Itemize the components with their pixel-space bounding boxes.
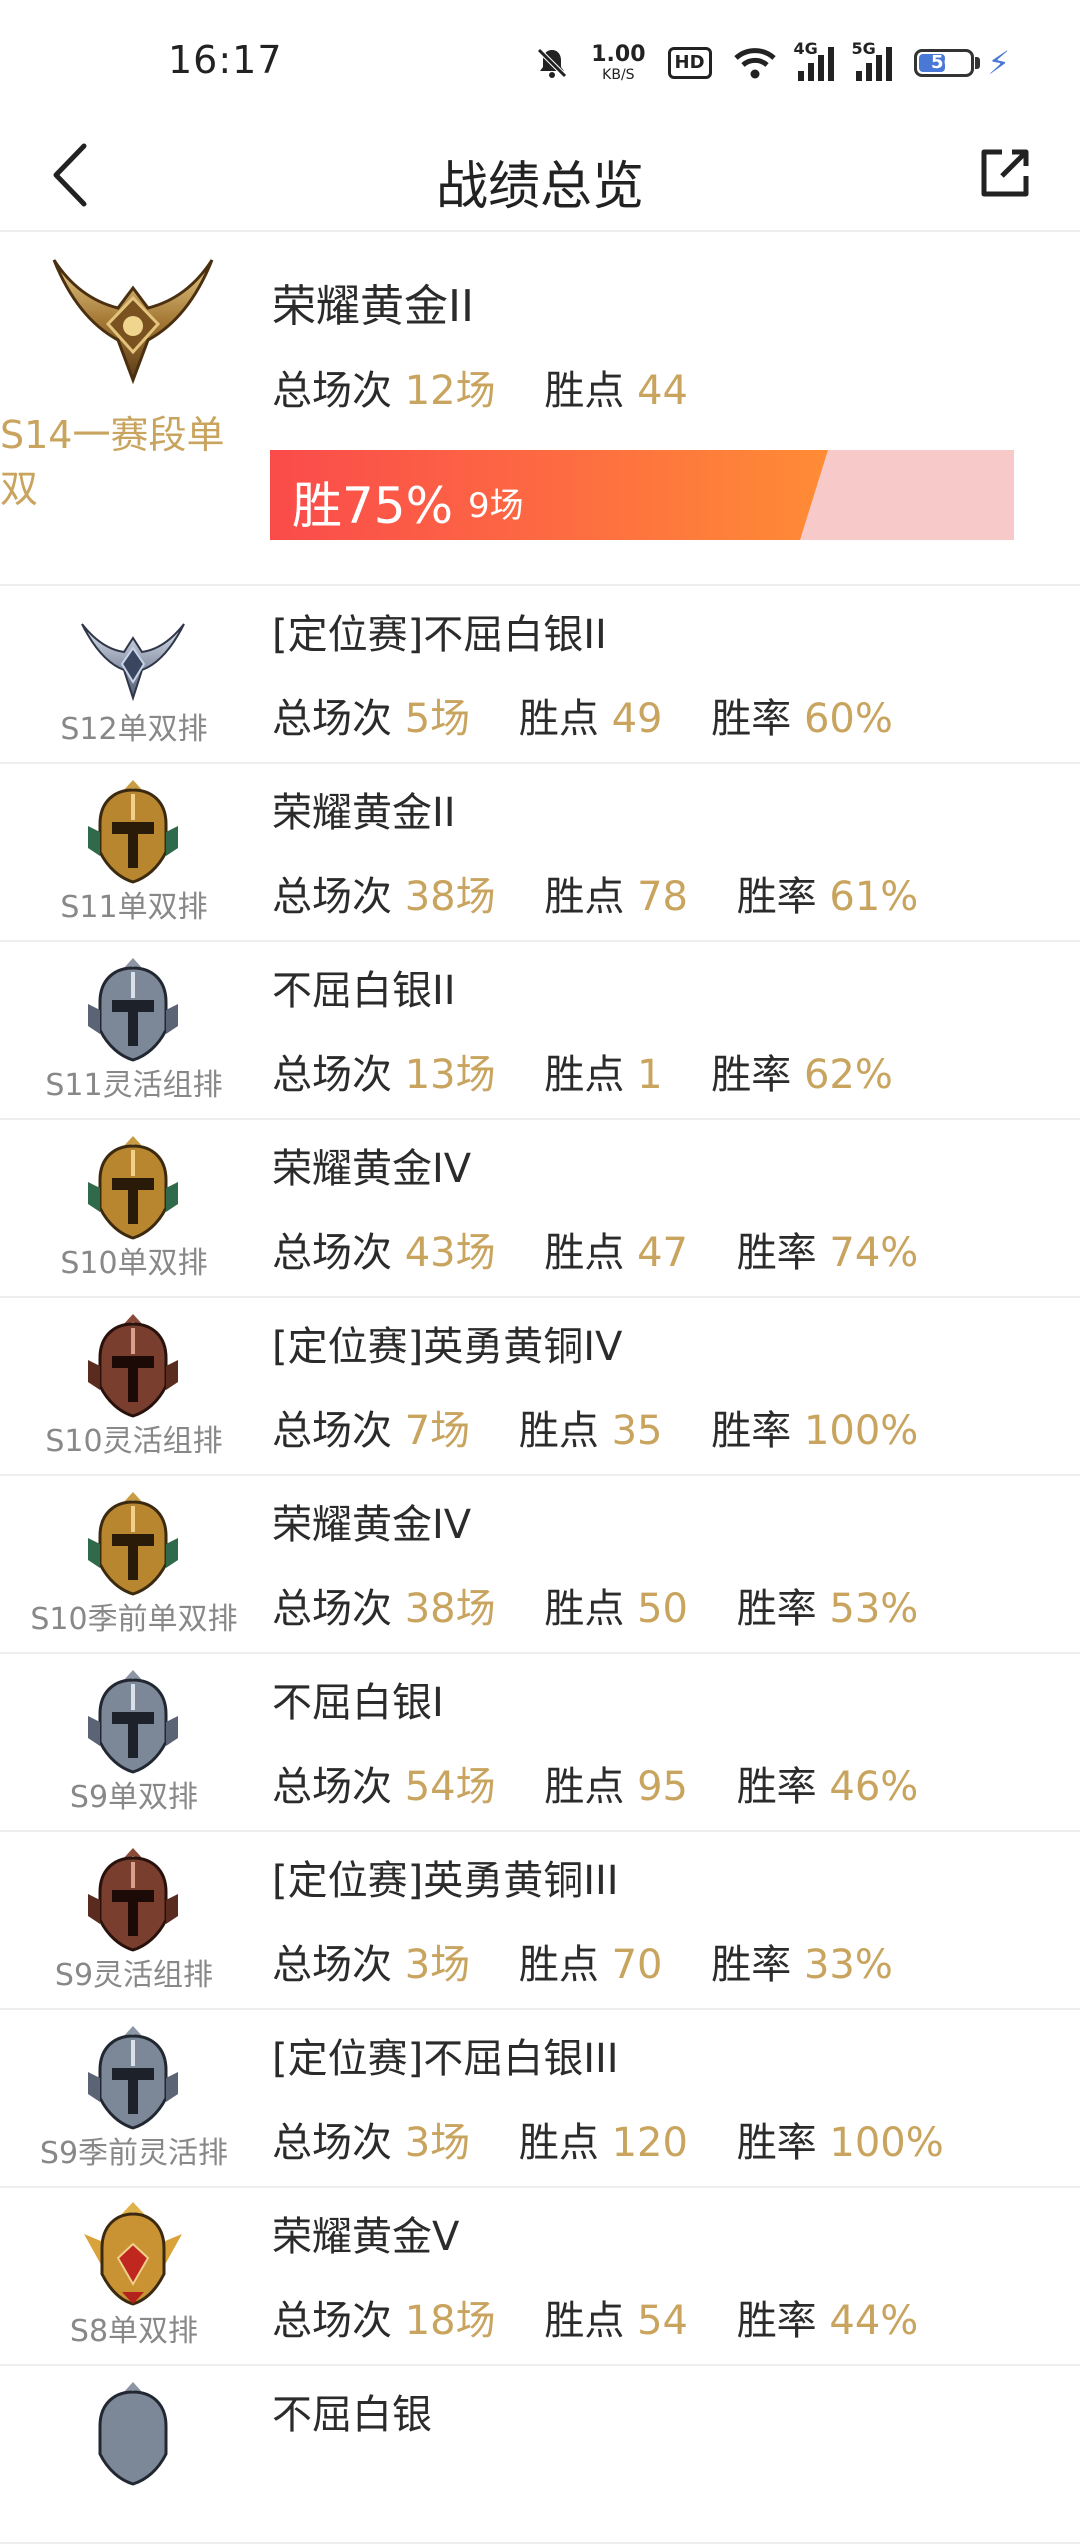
row-stats: 总场次 7场 胜点 35 胜率 100% xyxy=(272,1408,919,1454)
current-season-name: S14一赛段单双 xyxy=(0,413,225,511)
status-icons: 1.00 KB/S HD 4G 5G 56 ⚡ xyxy=(535,38,1010,88)
bronze-helmet-emblem-icon xyxy=(78,1310,188,1420)
gold-rank-emblem-icon xyxy=(48,240,218,390)
row-stats: 总场次 13场 胜点 1 胜率 62% xyxy=(272,1052,893,1098)
season-name: S8单双排 xyxy=(69,2314,199,2349)
status-bar: 16:17 1.00 KB/S HD 4G 5G 56 ⚡ xyxy=(0,0,1080,120)
current-games: 12场 xyxy=(404,368,496,414)
season-name: S9灵活组排 xyxy=(54,1958,214,1993)
rank-name: 不屈白银I xyxy=(272,1680,444,1726)
season-name: S12单双排 xyxy=(60,712,208,747)
list-item[interactable]: S9灵活组排 [定位赛]英勇黄铜III 总场次 3场 胜点 70 胜率 33% xyxy=(0,1832,1080,2010)
row-stats: 总场次 38场 胜点 50 胜率 53% xyxy=(272,1586,919,1632)
list-item[interactable]: S11单双排 荣耀黄金II 总场次 38场 胜点 78 胜率 61% xyxy=(0,764,1080,942)
status-time: 16:17 xyxy=(168,38,283,82)
bronze-helmet-emblem-icon xyxy=(78,1844,188,1954)
row-stats: 总场次 43场 胜点 47 胜率 74% xyxy=(272,1230,919,1276)
row-stats: 总场次 3场 胜点 70 胜率 33% xyxy=(272,1942,893,1988)
season-name: S10单双排 xyxy=(60,1246,208,1281)
season-name: S11灵活组排 xyxy=(45,1068,223,1103)
season-name: S11单双排 xyxy=(60,890,208,925)
signal-5g-icon: 5G xyxy=(852,39,892,81)
row-stats: 总场次 54场 胜点 95 胜率 46% xyxy=(272,1764,919,1810)
rank-name: [定位赛]不屈白银III xyxy=(272,2036,619,2082)
row-stats: 总场次 5场 胜点 49 胜率 60% xyxy=(272,696,893,742)
list-item[interactable]: S10灵活组排 [定位赛]英勇黄铜IV 总场次 7场 胜点 35 胜率 100% xyxy=(0,1298,1080,1476)
gold-helmet-emblem-icon xyxy=(78,1488,188,1598)
mute-icon xyxy=(535,46,569,80)
share-button[interactable] xyxy=(970,138,1040,208)
rank-name: [定位赛]不屈白银II xyxy=(272,612,607,658)
list-item[interactable]: S11灵活组排 不屈白银II 总场次 13场 胜点 1 胜率 62% xyxy=(0,942,1080,1120)
hd-badge: HD xyxy=(667,47,712,79)
win-count: 9场 xyxy=(468,486,524,526)
season-name: S10灵活组排 xyxy=(45,1424,223,1459)
list-item[interactable]: 不屈白银 xyxy=(0,2366,1080,2544)
row-stats: 总场次 18场 胜点 54 胜率 44% xyxy=(272,2298,919,2344)
list-item[interactable]: S10单双排 荣耀黄金IV 总场次 43场 胜点 47 胜率 74% xyxy=(0,1120,1080,1298)
current-rank: 荣耀黄金II xyxy=(272,281,474,332)
gold-helmet-emblem-icon xyxy=(78,1132,188,1242)
rank-name: 荣耀黄金IV xyxy=(272,1146,472,1192)
row-stats: 总场次 3场 胜点 120 胜率 100% xyxy=(272,2120,944,2166)
row-stats: 总场次 38场 胜点 78 胜率 61% xyxy=(272,874,919,920)
silver-helmet-emblem-icon xyxy=(78,2022,188,2132)
win-rate-text: 胜75% xyxy=(292,477,454,535)
rank-name: 荣耀黄金V xyxy=(272,2214,460,2260)
top-bar: 战绩总览 xyxy=(0,120,1080,232)
season-name: S9季前灵活排 xyxy=(39,2136,229,2171)
win-rate-bar: 胜75% 9场 xyxy=(270,450,1014,540)
net-speed: 1.00 KB/S xyxy=(591,42,646,83)
rank-name: 荣耀黄金II xyxy=(272,790,456,836)
silver-helmet-emblem-icon xyxy=(78,1666,188,1776)
list-item[interactable]: S12单双排 [定位赛]不屈白银II 总场次 5场 胜点 49 胜率 60% xyxy=(0,586,1080,764)
silver-rank-emblem-icon xyxy=(78,598,188,708)
list-item[interactable]: S9单双排 不屈白银I 总场次 54场 胜点 95 胜率 46% xyxy=(0,1654,1080,1832)
rank-name: [定位赛]英勇黄铜III xyxy=(272,1858,619,1904)
current-stats: 总场次 12场 胜点 44 xyxy=(272,368,688,414)
rank-name: 不屈白银 xyxy=(272,2392,432,2438)
gold-red-helmet-emblem-icon xyxy=(78,2200,188,2310)
page-title: 战绩总览 xyxy=(435,157,644,217)
gold-helmet-emblem-icon xyxy=(78,776,188,886)
signal-4g-icon: 4G xyxy=(794,39,834,81)
season-name: S10季前单双排 xyxy=(30,1602,238,1637)
silver-helmet-emblem-icon xyxy=(78,954,188,1064)
current-points: 44 xyxy=(637,368,688,414)
rank-name: 荣耀黄金IV xyxy=(272,1502,472,1548)
share-external-icon xyxy=(981,149,1029,197)
wifi-icon xyxy=(733,46,776,80)
charging-icon: ⚡ xyxy=(987,44,1010,82)
list-item[interactable]: S10季前单双排 荣耀黄金IV 总场次 38场 胜点 50 胜率 53% xyxy=(0,1476,1080,1654)
season-name: S9单双排 xyxy=(69,1780,199,1815)
battery-icon: 56 ⚡ xyxy=(913,44,1010,82)
list-item[interactable]: S8单双排 荣耀黄金V 总场次 18场 胜点 54 胜率 44% xyxy=(0,2188,1080,2366)
list-item[interactable]: S9季前灵活排 [定位赛]不屈白银III 总场次 3场 胜点 120 胜率 10… xyxy=(0,2010,1080,2188)
current-season-card[interactable]: S14一赛段单双 荣耀黄金II 总场次 12场 胜点 44 胜75% 9场 xyxy=(0,232,1080,586)
silver-helmet-emblem-icon xyxy=(78,2378,188,2488)
rank-name: [定位赛]英勇黄铜IV xyxy=(272,1324,623,1370)
rank-name: 不屈白银II xyxy=(272,968,456,1014)
